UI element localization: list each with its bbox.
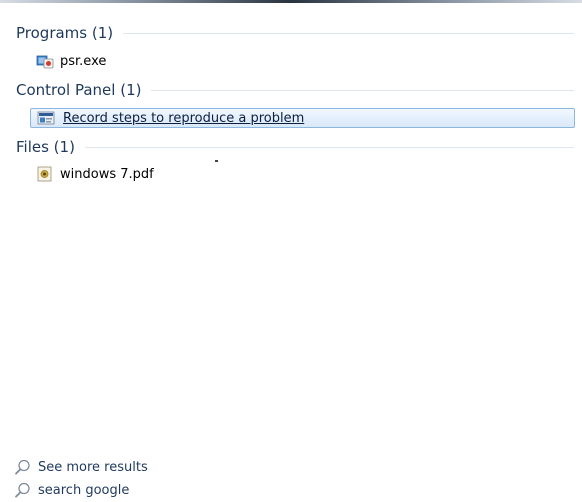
control-panel-icon: [37, 110, 55, 126]
result-label: Record steps to reproduce a problem: [63, 110, 305, 126]
result-label: windows 7.pdf: [60, 166, 154, 182]
panel-top-border: [0, 0, 582, 3]
result-label: psr.exe: [60, 53, 107, 69]
group-divider: [84, 146, 574, 148]
footer-label: search google: [38, 482, 130, 498]
group-header-files[interactable]: Files (1): [16, 137, 574, 157]
group-header-control-panel[interactable]: Control Panel (1): [16, 80, 574, 100]
program-icon: [36, 53, 54, 69]
group-title-programs: Programs (1): [16, 24, 114, 42]
result-item-record-steps[interactable]: Record steps to reproduce a problem: [30, 108, 575, 128]
pdf-file-icon: [36, 166, 54, 182]
result-item-psr[interactable]: psr.exe: [36, 51, 106, 71]
stray-pixel-mark: [215, 160, 218, 162]
see-more-results-link[interactable]: See more results: [14, 458, 148, 476]
group-title-files: Files (1): [16, 138, 75, 156]
group-divider: [123, 32, 574, 34]
search-icon: [14, 459, 32, 475]
search-icon: [14, 482, 32, 498]
result-item-windows-pdf[interactable]: windows 7.pdf: [36, 164, 154, 184]
search-google-link[interactable]: search google: [14, 481, 129, 499]
group-divider: [151, 89, 574, 91]
group-title-control-panel: Control Panel (1): [16, 81, 142, 99]
footer-label: See more results: [38, 459, 148, 475]
group-header-programs[interactable]: Programs (1): [16, 23, 574, 43]
